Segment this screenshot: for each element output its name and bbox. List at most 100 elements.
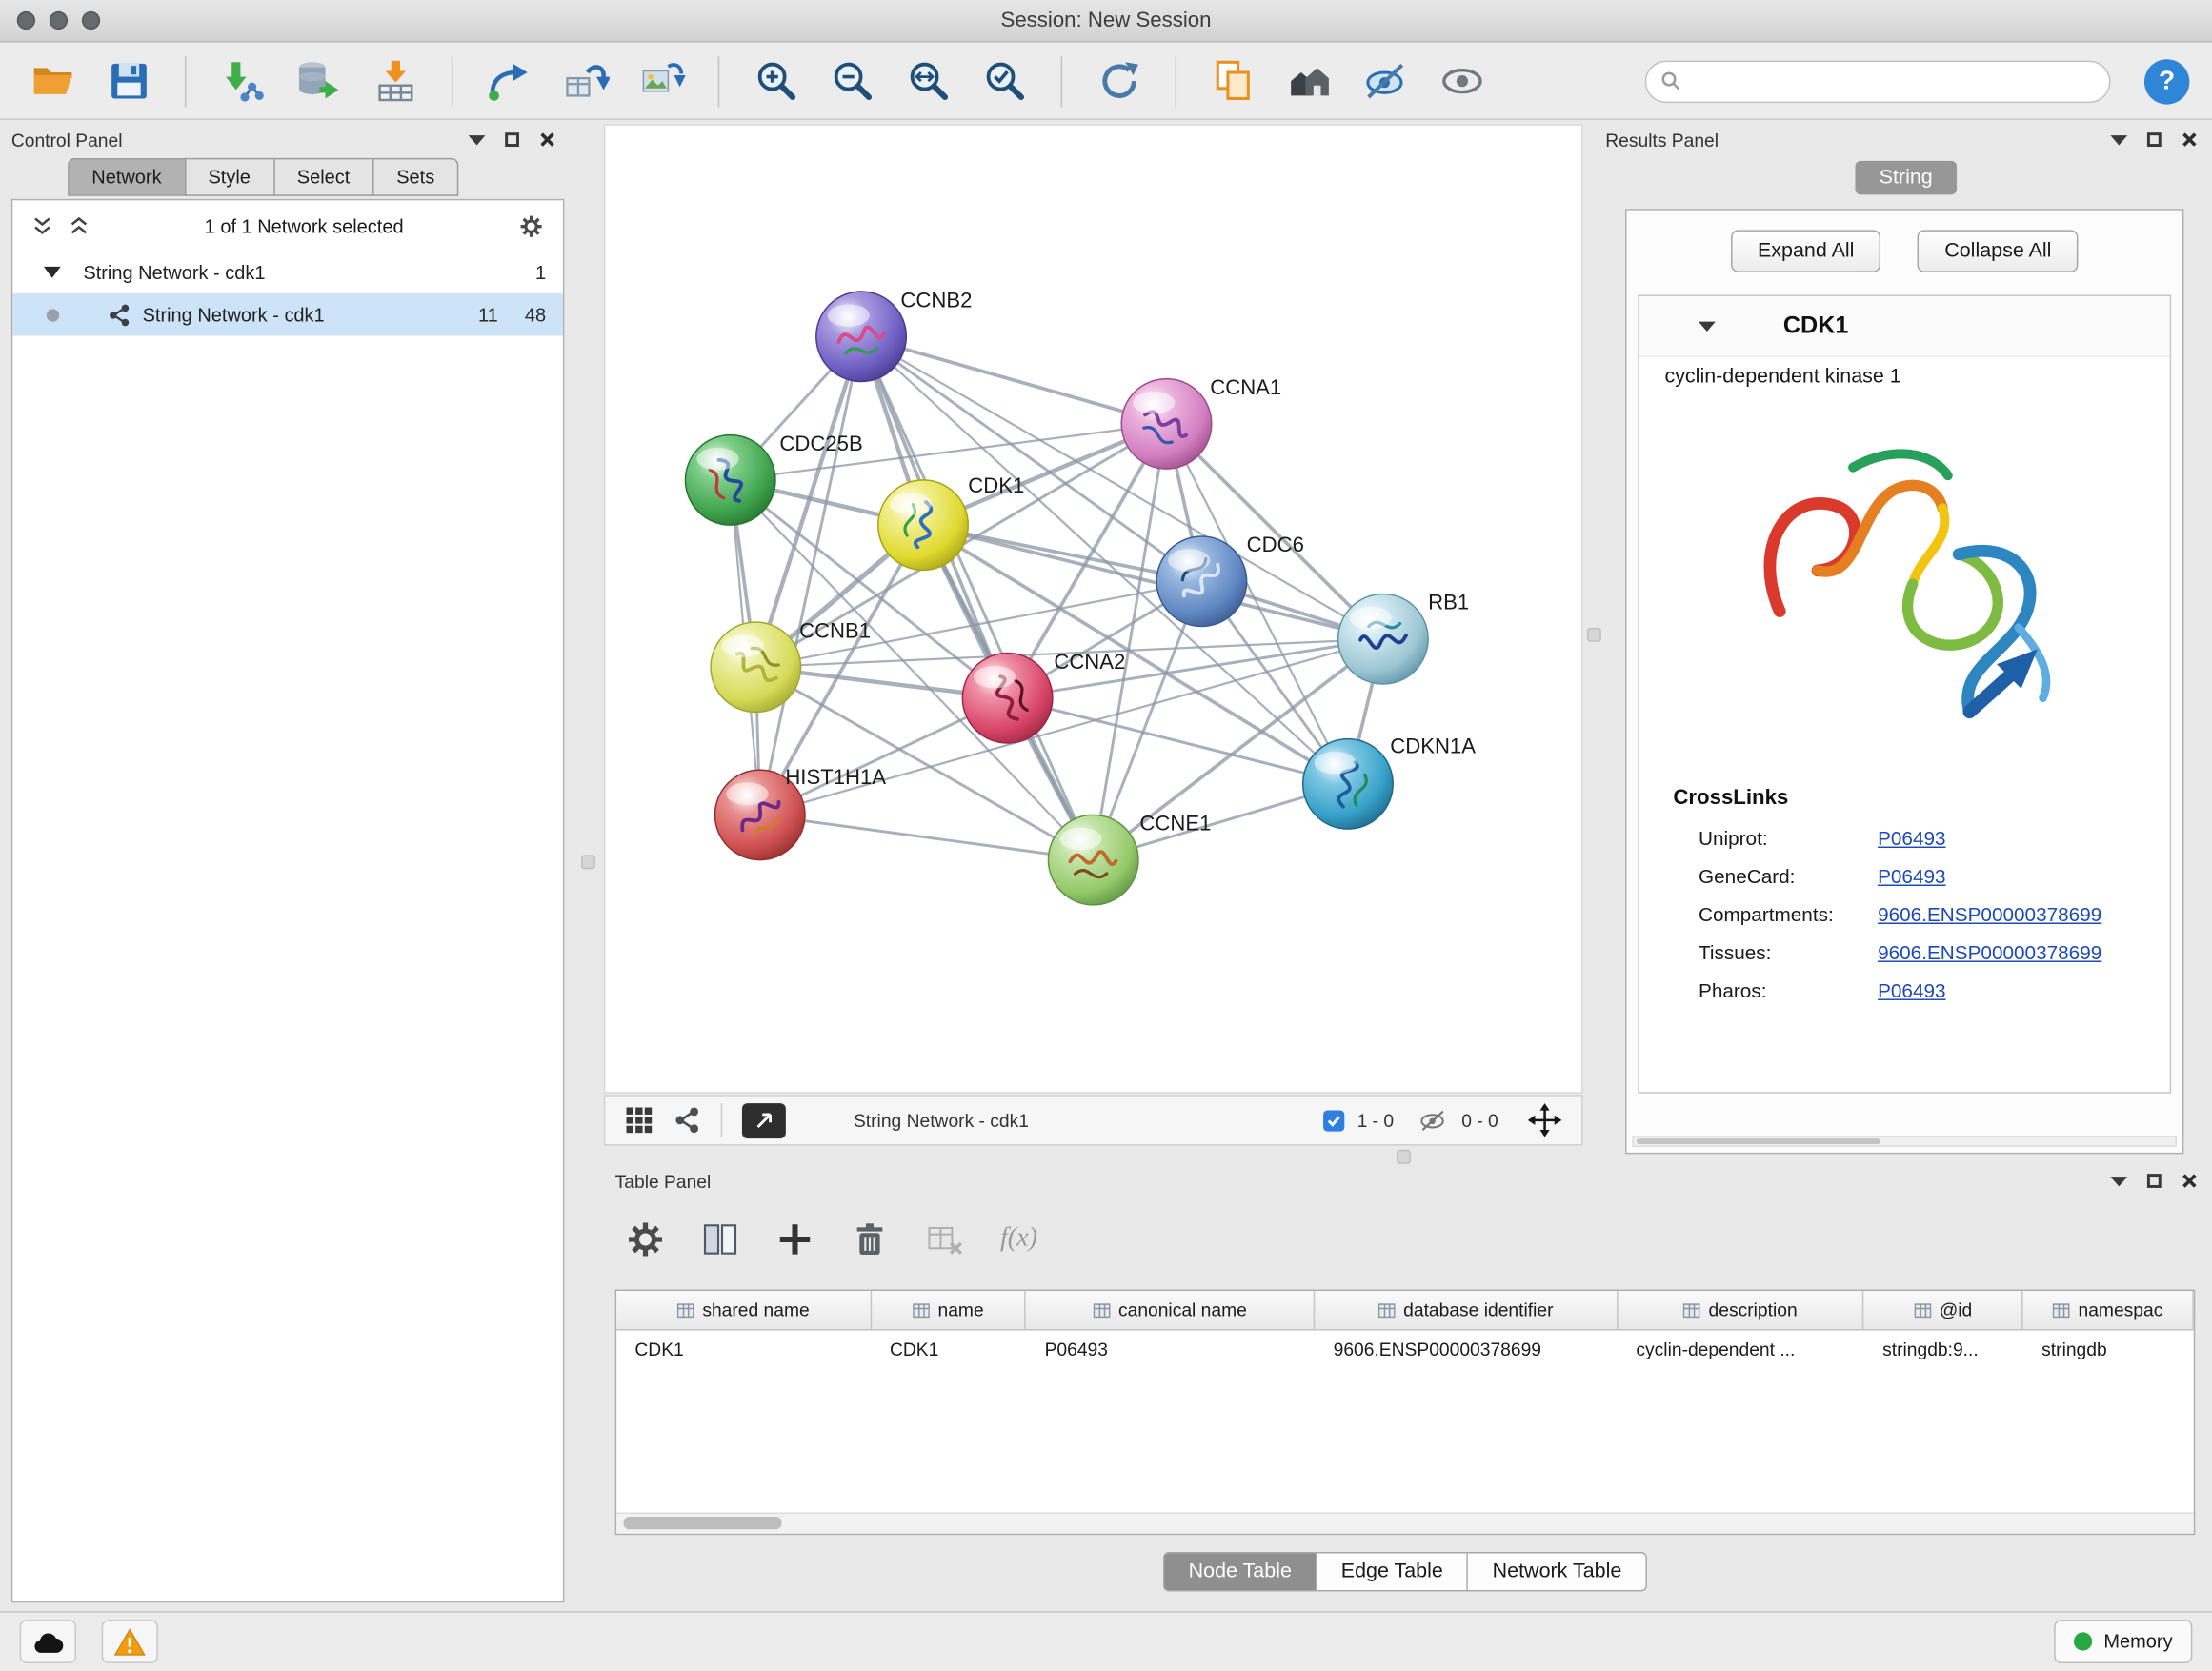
zoom-selected-button[interactable] xyxy=(975,51,1034,111)
network-node-cdkn1a[interactable]: CDKN1A xyxy=(1303,734,1477,829)
hide-graphics-details-button[interactable] xyxy=(1356,51,1415,111)
splitter-handle[interactable] xyxy=(1397,1150,1411,1164)
expand-all-icon[interactable] xyxy=(70,216,90,236)
cloud-status-button[interactable] xyxy=(20,1620,76,1663)
crosslink-link[interactable]: 9606.ENSP00000378699 xyxy=(1878,940,2101,963)
panel-float-icon[interactable] xyxy=(2147,1174,2162,1188)
splitter-handle[interactable] xyxy=(581,855,595,869)
column-header-name[interactable]: name xyxy=(872,1291,1027,1329)
column-header-namespace[interactable]: namespac xyxy=(2023,1291,2194,1329)
network-row[interactable]: String Network - cdk1 11 48 xyxy=(12,293,563,335)
table-options-button[interactable] xyxy=(627,1219,665,1258)
network-share-icon[interactable] xyxy=(673,1106,701,1135)
network-edge-count: 48 xyxy=(510,304,547,325)
gene-detail-card: CDK1 cyclin-dependent kinase 1 xyxy=(1638,295,2171,1094)
delete-table-button[interactable] xyxy=(925,1219,963,1258)
network-node-ccnb1[interactable]: CCNB1 xyxy=(711,618,871,712)
zoom-in-button[interactable] xyxy=(746,51,805,111)
network-edge[interactable] xyxy=(861,336,1094,859)
network-edge[interactable] xyxy=(760,336,861,815)
network-node-cdc25b[interactable]: CDC25B xyxy=(685,432,862,525)
table-horizontal-scrollbar[interactable] xyxy=(616,1513,2194,1534)
selection-checkbox[interactable] xyxy=(1323,1110,1344,1131)
tab-sets[interactable]: Sets xyxy=(372,158,458,196)
tab-node-table[interactable]: Node Table xyxy=(1163,1552,1317,1591)
export-image-button[interactable] xyxy=(632,51,691,111)
column-header-id[interactable]: @id xyxy=(1864,1291,2023,1329)
delete-column-button[interactable] xyxy=(851,1219,889,1258)
crosslink-link[interactable]: 9606.ENSP00000378699 xyxy=(1878,902,2101,925)
warnings-button[interactable] xyxy=(102,1620,158,1663)
panel-menu-icon[interactable] xyxy=(2110,134,2127,144)
network-edge[interactable] xyxy=(861,336,1166,424)
import-network-from-database-button[interactable] xyxy=(290,51,349,111)
splitter-handle[interactable] xyxy=(1587,628,1601,642)
network-node-ccnb2[interactable]: CCNB2 xyxy=(816,288,973,381)
column-header-shared-name[interactable]: shared name xyxy=(616,1291,872,1329)
results-horizontal-scrollbar[interactable] xyxy=(1632,1136,2177,1147)
export-network-button[interactable] xyxy=(555,51,614,111)
window-minimize-button[interactable] xyxy=(50,11,68,30)
panel-float-icon[interactable] xyxy=(2147,132,2162,147)
show-columns-button[interactable] xyxy=(701,1219,739,1258)
duplicate-page-button[interactable] xyxy=(1203,51,1262,111)
network-edge[interactable] xyxy=(755,336,861,667)
memory-button[interactable]: Memory xyxy=(2055,1620,2193,1663)
network-node-rb1[interactable]: RB1 xyxy=(1338,591,1470,684)
create-column-button[interactable] xyxy=(775,1219,814,1258)
network-node-hist1h1a[interactable]: HIST1H1A xyxy=(714,765,886,860)
network-canvas[interactable]: CCNB2CCNA1CDC25BCDK1CDC6RB1CCNB1CCNA2CDK… xyxy=(605,126,1581,1092)
collapse-all-icon[interactable] xyxy=(32,216,52,236)
window-close-button[interactable] xyxy=(17,11,35,30)
panel-menu-icon[interactable] xyxy=(469,134,486,144)
tab-network-table[interactable]: Network Table xyxy=(1468,1552,1646,1591)
merge-networks-button[interactable] xyxy=(480,51,539,111)
pan-crosshair-icon[interactable] xyxy=(1528,1103,1562,1137)
panel-menu-icon[interactable] xyxy=(2110,1176,2127,1185)
zoom-out-button[interactable] xyxy=(822,51,881,111)
search-field[interactable] xyxy=(1645,60,2111,102)
network-edge[interactable] xyxy=(760,815,1094,859)
network-node-ccna1[interactable]: CCNA1 xyxy=(1121,375,1281,469)
gear-icon[interactable] xyxy=(519,213,543,237)
crosslink-link[interactable]: P06493 xyxy=(1878,978,1945,1001)
expand-all-button[interactable]: Expand All xyxy=(1731,230,1881,272)
panel-close-icon[interactable] xyxy=(2181,1173,2198,1190)
birds-eye-view-button[interactable] xyxy=(742,1102,786,1137)
scrollbar-thumb[interactable] xyxy=(624,1517,782,1529)
tab-select[interactable]: Select xyxy=(273,158,372,196)
tab-style[interactable]: Style xyxy=(184,158,272,196)
panel-float-icon[interactable] xyxy=(505,132,519,147)
open-session-button[interactable] xyxy=(23,51,82,111)
home-button[interactable] xyxy=(1279,51,1338,111)
panel-close-icon[interactable] xyxy=(539,131,556,149)
tab-network[interactable]: Network xyxy=(68,158,184,196)
gene-card-header[interactable]: CDK1 xyxy=(1639,296,2170,357)
import-table-from-file-button[interactable] xyxy=(366,51,425,111)
import-network-from-file-button[interactable] xyxy=(213,51,272,111)
column-header-database-identifier[interactable]: database identifier xyxy=(1315,1291,1618,1329)
collapse-all-button[interactable]: Collapse All xyxy=(1918,230,2078,272)
function-builder-button[interactable]: f(x) xyxy=(1000,1223,1037,1255)
grid-view-icon[interactable] xyxy=(625,1106,654,1135)
tree-expander-icon[interactable] xyxy=(44,267,61,278)
apply-layout-button[interactable] xyxy=(1089,51,1148,111)
network-node-ccna2[interactable]: CCNA2 xyxy=(962,650,1125,743)
window-zoom-button[interactable] xyxy=(82,11,100,30)
column-header-canonical-name[interactable]: canonical name xyxy=(1026,1291,1315,1329)
tab-string[interactable]: String xyxy=(1855,161,1956,195)
save-session-button[interactable] xyxy=(99,51,158,111)
collapse-section-icon[interactable] xyxy=(1699,321,1716,331)
network-node-ccne1[interactable]: CCNE1 xyxy=(1048,812,1211,905)
table-row[interactable]: CDK1 CDK1 P06493 9606.ENSP00000378699 cy… xyxy=(616,1330,2194,1368)
panel-close-icon[interactable] xyxy=(2181,131,2198,149)
show-graphics-details-button[interactable] xyxy=(1432,51,1491,111)
network-collection-row[interactable]: String Network - cdk1 1 xyxy=(12,252,563,293)
search-input[interactable] xyxy=(1692,70,2096,93)
help-button[interactable]: ? xyxy=(2144,58,2189,103)
zoom-fit-button[interactable] xyxy=(898,51,957,111)
crosslink-link[interactable]: P06493 xyxy=(1878,826,1945,849)
column-header-description[interactable]: description xyxy=(1618,1291,1864,1329)
crosslink-link[interactable]: P06493 xyxy=(1878,864,1945,887)
tab-edge-table[interactable]: Edge Table xyxy=(1317,1552,1469,1591)
